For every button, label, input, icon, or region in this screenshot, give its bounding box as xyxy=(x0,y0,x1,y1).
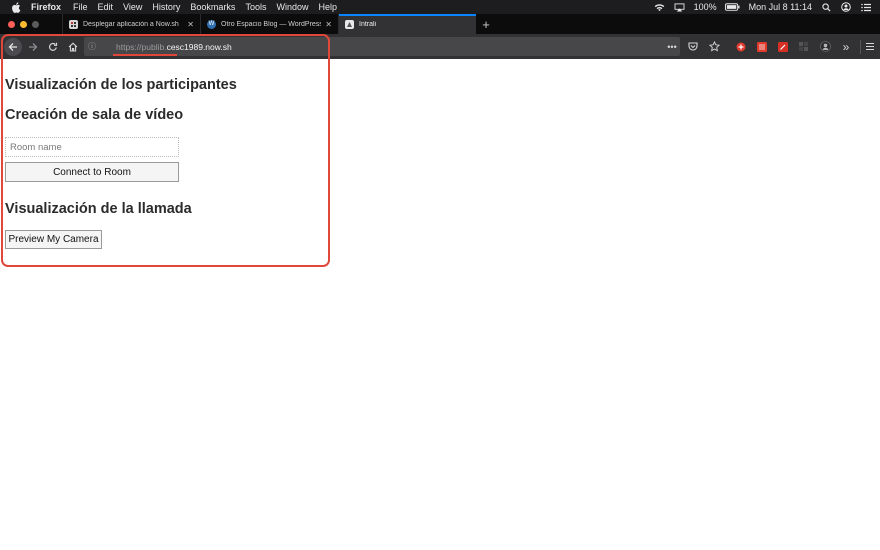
back-arrow-icon xyxy=(8,42,17,51)
menubar-clock[interactable]: Mon Jul 8 11:14 xyxy=(749,2,812,12)
menu-edit[interactable]: Edit xyxy=(98,2,114,12)
menu-window[interactable]: Window xyxy=(276,2,308,12)
menu-history[interactable]: History xyxy=(152,2,180,12)
page-actions-menu-icon[interactable]: ••• xyxy=(665,40,679,54)
macos-menubar: Firefox File Edit View History Bookmarks… xyxy=(0,0,880,14)
battery-icon[interactable] xyxy=(725,1,741,13)
wifi-icon[interactable] xyxy=(654,1,666,13)
tab-intrali[interactable]: Intrali xyxy=(338,14,476,34)
extension-grid-icon[interactable] xyxy=(755,40,769,54)
room-name-input[interactable] xyxy=(5,137,179,157)
heading-call-view: Visualización de la llamada xyxy=(5,201,192,217)
back-button[interactable] xyxy=(4,37,22,56)
pocket-icon[interactable] xyxy=(686,40,700,54)
url-text[interactable]: https://publib.cesc1989.now.sh xyxy=(116,42,232,52)
reload-icon xyxy=(48,42,58,51)
forward-button[interactable] xyxy=(24,38,42,56)
extension-tiles-icon[interactable] xyxy=(797,40,811,54)
heading-participants: Visualización de los participantes xyxy=(5,77,237,93)
battery-percentage: 100% xyxy=(693,2,717,12)
page-content: Visualización de los participantes Creac… xyxy=(0,59,880,550)
url-highlight-underline xyxy=(113,54,177,56)
menu-bookmarks[interactable]: Bookmarks xyxy=(190,2,235,12)
new-tab-button[interactable]: + xyxy=(476,14,496,34)
extension-pen-icon[interactable] xyxy=(776,40,790,54)
profile-avatar-icon[interactable] xyxy=(818,40,832,54)
menu-file[interactable]: File xyxy=(73,2,88,12)
tab-title: Intrali xyxy=(359,20,377,28)
extension-record-icon[interactable] xyxy=(734,40,748,54)
toolbar-actions: ••• » xyxy=(665,34,880,59)
tab-close-icon[interactable]: ✕ xyxy=(325,20,332,29)
tab-otro-espacio-blog[interactable]: W Otro Espacio Blog — WordPress ✕ xyxy=(200,14,338,34)
menu-tools[interactable]: Tools xyxy=(245,2,266,12)
heading-room-creation: Creación de sala de vídeo xyxy=(5,107,184,123)
wordpress-icon: W xyxy=(207,19,216,29)
menu-app-firefox[interactable]: Firefox xyxy=(31,2,61,12)
connect-to-room-button[interactable]: Connect to Room xyxy=(5,162,179,182)
overflow-chevron-icon[interactable]: » xyxy=(839,40,853,54)
home-button[interactable] xyxy=(64,38,82,56)
menu-help[interactable]: Help xyxy=(318,2,337,12)
zoom-window-icon[interactable] xyxy=(32,20,39,28)
apple-icon[interactable] xyxy=(11,1,23,13)
minimize-window-icon[interactable] xyxy=(20,20,27,28)
tab-title: Desplegar aplicación a Now.sh xyxy=(83,20,179,28)
tab-desplegar-aplicacion[interactable]: Desplegar aplicación a Now.sh ✕ xyxy=(62,14,200,34)
window-controls xyxy=(0,14,62,34)
forward-arrow-icon xyxy=(29,42,38,51)
menubar-status-area: 100% Mon Jul 8 11:14 xyxy=(654,0,880,14)
user-account-icon[interactable] xyxy=(840,1,852,13)
home-icon xyxy=(68,42,78,52)
menu-view[interactable]: View xyxy=(123,2,142,12)
close-window-icon[interactable] xyxy=(8,20,15,28)
hamburger-menu-icon[interactable] xyxy=(860,39,878,54)
page-favicon-icon xyxy=(345,19,354,29)
spotlight-search-icon[interactable] xyxy=(820,1,832,13)
reload-button[interactable] xyxy=(44,38,62,56)
url-protocol: https://publib. xyxy=(116,41,167,52)
airplay-icon[interactable] xyxy=(674,1,686,13)
notification-center-icon[interactable] xyxy=(860,1,872,13)
url-host: cesc1989.now.sh xyxy=(166,41,232,52)
tab-title: Otro Espacio Blog — WordPress xyxy=(221,20,322,28)
page-favicon-icon xyxy=(69,19,78,29)
tab-strip: Desplegar aplicación a Now.sh ✕ W Otro E… xyxy=(0,14,880,34)
preview-camera-button[interactable]: Preview My Camera xyxy=(5,230,102,249)
site-info-icon[interactable]: ⓘ xyxy=(84,41,100,52)
tab-close-icon[interactable]: ✕ xyxy=(187,20,194,29)
bookmark-star-icon[interactable] xyxy=(707,40,721,54)
